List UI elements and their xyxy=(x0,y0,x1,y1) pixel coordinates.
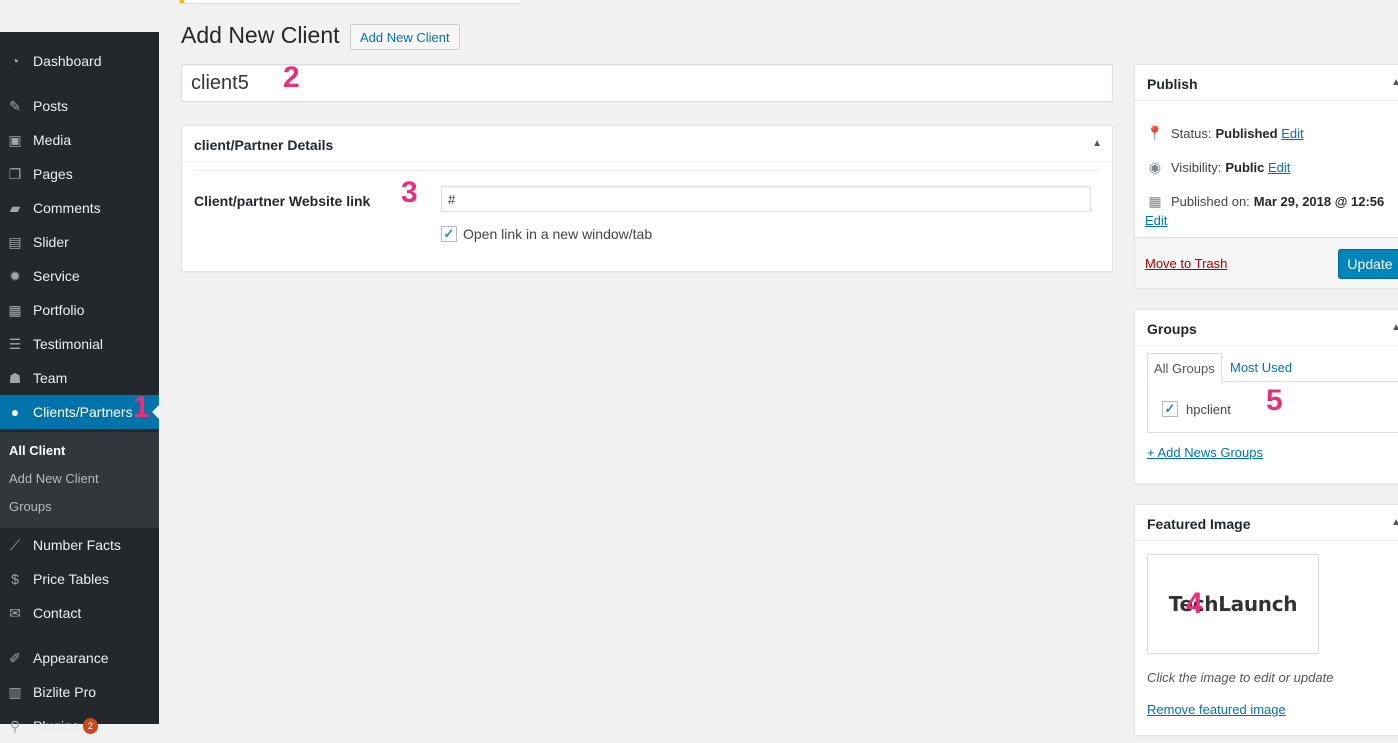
pages-icon: ❐ xyxy=(8,165,22,182)
publish-box-title: Publish xyxy=(1147,76,1198,92)
publish-actions: Move to Trash Update xyxy=(1135,237,1398,288)
annotation-marker-5: 5 xyxy=(1266,384,1283,417)
edit-status-link[interactable]: Edit xyxy=(1281,126,1303,141)
admin-sidebar: ◔ Dashboard ✎ Posts ▣ Media ❐ Pages ▰ Comment… xyxy=(0,32,159,734)
status-row: 📍 Status: Published Edit xyxy=(1146,125,1304,141)
sidebar-item-comments[interactable]: ▰ Comments xyxy=(0,191,159,225)
visibility-row: ◉ Visibility: Public Edit xyxy=(1145,159,1291,176)
update-count-badge: 2 xyxy=(82,718,98,734)
website-link-value: # xyxy=(448,192,456,207)
sidebar-item-appearance[interactable]: ✐ Appearance xyxy=(0,641,159,675)
paintbrush-icon: ✐ xyxy=(9,649,21,666)
update-button[interactable]: Update xyxy=(1338,249,1398,279)
sidebar-item-pages[interactable]: ❐ Pages xyxy=(0,157,159,191)
page-title: Add New Client xyxy=(181,22,340,48)
gear-icon: ✹ xyxy=(9,267,21,284)
annotation-marker-4: 4 xyxy=(1186,587,1203,620)
dashboard-icon: ◔ xyxy=(10,53,20,69)
client-partner-details-box: client/Partner Details ▲ Client/partner … xyxy=(181,125,1113,272)
sidebar-item-contact[interactable]: ✉ Contact xyxy=(0,596,159,630)
sidebar-item-portfolio[interactable]: ▦ Portfolio xyxy=(0,293,159,327)
add-new-client-button[interactable]: Add New Client xyxy=(350,24,460,50)
sidebar-item-bizlite-pro[interactable]: ▥ Bizlite Pro xyxy=(0,675,159,709)
open-new-tab-option[interactable]: ✓ Open link in a new window/tab xyxy=(441,226,652,242)
publish-box-header[interactable]: Publish ▲ xyxy=(1135,65,1398,101)
featured-image-hint: Click the image to edit or update xyxy=(1147,670,1334,685)
edit-visibility-link[interactable]: Edit xyxy=(1268,160,1290,175)
clients-submenu: All Client Add New Client Groups xyxy=(0,432,159,528)
dollar-icon: $ xyxy=(11,571,19,587)
add-new-groups-link[interactable]: + Add News Groups xyxy=(1147,445,1263,460)
group-label: hpclient xyxy=(1186,401,1231,417)
slider-icon: ▤ xyxy=(8,233,22,250)
published-on-row: ▦ Published on: Mar 29, 2018 @ 12:56 xyxy=(1145,193,1384,210)
annotation-marker-2: 2 xyxy=(283,61,300,94)
published-date: Mar 29, 2018 @ 12:56 xyxy=(1253,194,1385,209)
details-box-header[interactable]: client/Partner Details ▲ xyxy=(182,126,1112,162)
details-box-title: client/Partner Details xyxy=(194,137,334,153)
edit-date-link[interactable]: Edit xyxy=(1145,213,1167,228)
collapse-arrow-icon[interactable]: ▲ xyxy=(1391,517,1398,528)
comment-icon: ▰ xyxy=(9,199,21,216)
post-title-value: client5 xyxy=(191,72,249,94)
chart-line-icon: ⟋ xyxy=(10,536,20,553)
website-link-input[interactable]: # xyxy=(441,186,1091,212)
sidebar-item-number-facts[interactable]: ⟋ Number Facts xyxy=(0,528,159,562)
group-item-hpclient[interactable]: ✓ hpclient xyxy=(1162,401,1231,417)
post-title-input[interactable]: client5 xyxy=(181,64,1113,102)
collapse-arrow-icon[interactable]: ▲ xyxy=(1391,322,1398,333)
open-new-tab-checkbox[interactable]: ✓ xyxy=(441,226,457,242)
website-link-label: Client/partner Website link xyxy=(194,193,371,209)
layout-icon: ▥ xyxy=(8,683,22,700)
featured-image-thumbnail[interactable]: TechLaunch xyxy=(1147,554,1319,654)
team-icon: ☗ xyxy=(8,369,22,386)
user-icon: ● xyxy=(10,404,20,420)
sidebar-item-dashboard[interactable]: ◔ Dashboard xyxy=(0,44,159,78)
pin-icon: ✎ xyxy=(9,97,21,114)
divider xyxy=(194,170,1100,171)
sidebar-item-price-tables[interactable]: $ Price Tables xyxy=(0,562,159,596)
submenu-all-client[interactable]: All Client xyxy=(9,443,65,458)
sidebar-item-testimonial[interactable]: ☰ Testimonial xyxy=(0,327,159,361)
sidebar-item-service[interactable]: ✹ Service xyxy=(0,259,159,293)
sidebar-item-team[interactable]: ☗ Team xyxy=(0,361,159,395)
sidebar-item-posts[interactable]: ✎ Posts xyxy=(0,89,159,123)
envelope-icon: ✉ xyxy=(9,604,21,621)
pin-icon: 📍 xyxy=(1146,125,1164,141)
calendar-icon: ▦ xyxy=(1148,193,1162,209)
eye-icon: ◉ xyxy=(1148,159,1162,175)
collapse-arrow-icon[interactable]: ▲ xyxy=(1391,77,1398,88)
sidebar-item-plugins[interactable]: ⚲ Plugins 2 xyxy=(0,709,159,743)
submenu-add-new-client[interactable]: Add New Client xyxy=(9,471,99,486)
groups-box-title: Groups xyxy=(1147,321,1197,337)
featured-image-box: Featured Image ▲ TechLaunch Click the im… xyxy=(1134,504,1398,736)
featured-image-header[interactable]: Featured Image ▲ xyxy=(1135,505,1398,541)
annotation-marker-1: 1 xyxy=(133,391,150,424)
annotation-marker-3: 3 xyxy=(401,176,418,209)
hpclient-checkbox[interactable]: ✓ xyxy=(1162,401,1178,417)
tab-most-used[interactable]: Most Used xyxy=(1224,353,1298,381)
open-new-tab-label: Open link in a new window/tab xyxy=(463,226,653,242)
submenu-groups[interactable]: Groups xyxy=(9,499,52,514)
remove-featured-image-link[interactable]: Remove featured image xyxy=(1147,702,1286,717)
plugin-icon: ⚲ xyxy=(9,717,21,734)
media-icon: ▣ xyxy=(8,131,22,148)
visibility-value: Public xyxy=(1225,160,1265,175)
publish-box: Publish ▲ 📍 Status: Published Edit ◉ Visi… xyxy=(1134,64,1398,289)
list-icon: ☰ xyxy=(8,335,22,352)
collapse-arrow-icon[interactable]: ▲ xyxy=(1092,138,1102,149)
portfolio-icon: ▦ xyxy=(8,301,22,318)
featured-image-title: Featured Image xyxy=(1147,516,1251,532)
status-value: Published xyxy=(1215,126,1278,141)
notice-strip xyxy=(180,0,520,3)
tab-all-groups[interactable]: All Groups xyxy=(1147,353,1222,383)
sidebar-item-slider[interactable]: ▤ Slider xyxy=(0,225,159,259)
groups-box-header[interactable]: Groups ▲ xyxy=(1135,310,1398,346)
sidebar-item-media[interactable]: ▣ Media xyxy=(0,123,159,157)
move-to-trash-link[interactable]: Move to Trash xyxy=(1145,256,1227,271)
